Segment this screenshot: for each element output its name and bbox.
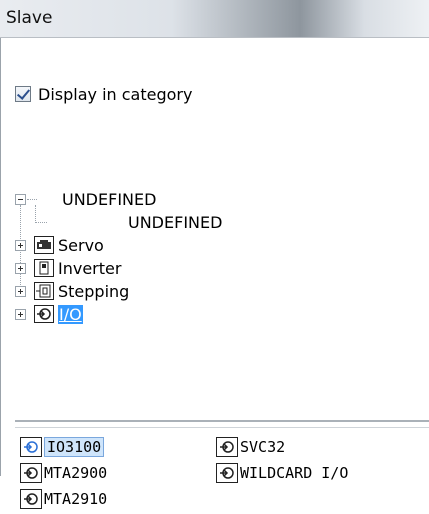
- tree-node-label: UNDEFINED: [62, 189, 157, 209]
- tree-node-undefined-root[interactable]: UNDEFINED: [15, 188, 156, 210]
- tree-node-undefined-child[interactable]: UNDEFINED: [15, 211, 222, 233]
- list-item-label: MTA2910: [44, 490, 108, 508]
- stepping-icon: [34, 282, 54, 300]
- expand-icon[interactable]: [15, 308, 26, 320]
- list-item[interactable]: MTA2900: [20, 462, 107, 484]
- tree-node-inverter[interactable]: Inverter: [15, 257, 121, 279]
- display-in-category-row[interactable]: Display in category: [15, 82, 192, 106]
- io-icon: [20, 463, 42, 483]
- list-item-label: SVC32: [240, 438, 286, 456]
- tree-node-stepping[interactable]: Stepping: [15, 280, 129, 302]
- io-icon: [216, 437, 238, 457]
- servo-icon: [34, 236, 54, 254]
- io-icon: [34, 305, 54, 323]
- tree-node-label: Inverter: [58, 258, 122, 278]
- title-bar: Slave: [0, 0, 429, 38]
- collapse-icon[interactable]: [15, 193, 26, 205]
- tree-node-label: Servo: [58, 235, 104, 255]
- list-item[interactable]: SVC32: [216, 436, 285, 458]
- tree-node-servo[interactable]: Servo: [15, 234, 104, 256]
- expand-icon[interactable]: [15, 285, 26, 297]
- io-icon: [20, 489, 42, 509]
- io-icon: [216, 463, 238, 483]
- expand-icon[interactable]: [15, 262, 26, 274]
- list-item[interactable]: IO3100: [20, 436, 105, 458]
- list-divider-line: [15, 427, 429, 428]
- display-in-category-checkbox[interactable]: [15, 86, 31, 102]
- window-title: Slave: [6, 8, 53, 28]
- tree-node-label-selected: I/O: [58, 304, 83, 324]
- tree-node-io[interactable]: I/O: [15, 303, 83, 325]
- list-item-label: IO3100: [44, 437, 105, 457]
- tree-node-label: Stepping: [58, 281, 130, 301]
- display-in-category-label: Display in category: [38, 84, 193, 104]
- slave-device-list[interactable]: IO3100 SVC32 MTA2900 WILDCARD I/O MTA291…: [15, 432, 429, 514]
- expand-icon[interactable]: [15, 239, 26, 251]
- list-item[interactable]: MTA2910: [20, 488, 107, 510]
- list-item-label: WILDCARD I/O: [240, 464, 349, 482]
- slave-panel: Display in category UNDEFINED UNDEFINED …: [0, 38, 429, 509]
- inverter-icon: [34, 259, 54, 277]
- category-tree[interactable]: UNDEFINED UNDEFINED Servo Inverter Stepp…: [15, 188, 415, 420]
- tree-node-label: UNDEFINED: [128, 212, 223, 232]
- list-item-label: MTA2900: [44, 464, 108, 482]
- io-icon: [20, 437, 42, 457]
- list-item[interactable]: WILDCARD I/O: [216, 462, 348, 484]
- list-divider[interactable]: [15, 420, 429, 422]
